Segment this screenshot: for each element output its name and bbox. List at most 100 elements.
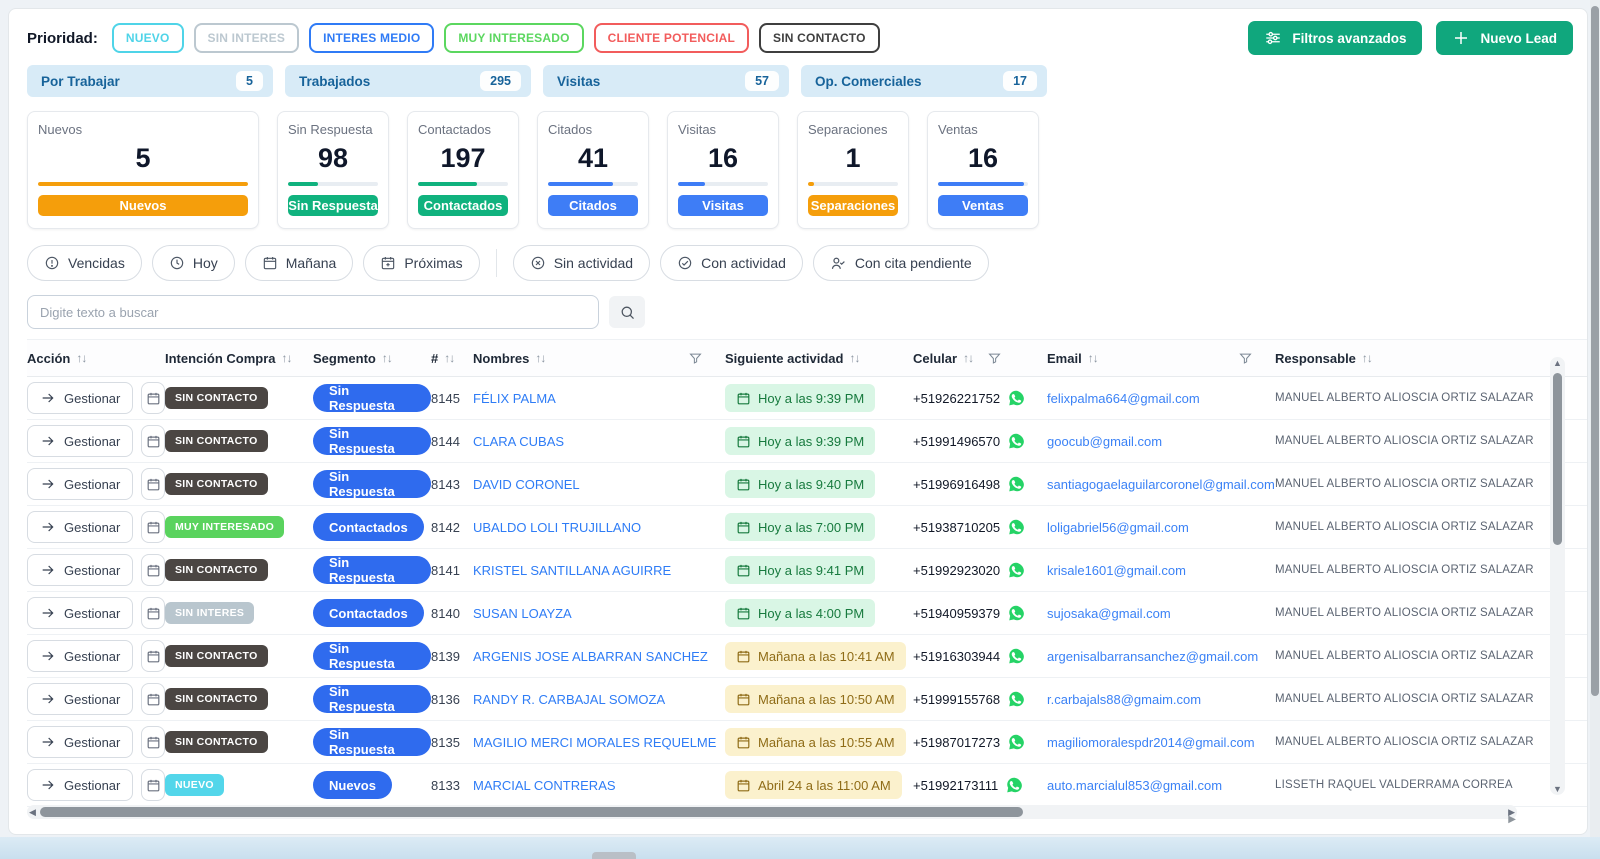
- sort-icon[interactable]: ↑↓: [382, 351, 393, 365]
- email-link[interactable]: goocub@gmail.com: [1047, 434, 1162, 449]
- filter-icon[interactable]: [987, 351, 1002, 366]
- lead-name-link[interactable]: MAGILIO MERCI MORALES REQUELME: [473, 735, 716, 750]
- manage-button[interactable]: Gestionar: [27, 468, 134, 500]
- lead-name-link[interactable]: MARCIAL CONTRERAS: [473, 778, 616, 793]
- schedule-button[interactable]: [141, 597, 165, 629]
- whatsapp-icon[interactable]: [1007, 604, 1025, 622]
- column-header-numero[interactable]: # ↑↓: [431, 351, 473, 366]
- vertical-scroll-thumb[interactable]: [1553, 373, 1562, 545]
- manage-button[interactable]: Gestionar: [27, 511, 134, 543]
- horizontal-scrollbar[interactable]: ◀ ▶: [27, 805, 1517, 819]
- chip-con-actividad[interactable]: Con actividad: [660, 245, 803, 281]
- whatsapp-icon[interactable]: [1007, 432, 1025, 450]
- schedule-button[interactable]: [141, 468, 165, 500]
- card-button-nuevos[interactable]: Nuevos: [38, 195, 248, 216]
- whatsapp-icon[interactable]: [1007, 389, 1025, 407]
- filter-icon[interactable]: [688, 351, 703, 366]
- tab-trabajados[interactable]: Trabajados 295: [285, 65, 531, 97]
- manage-button[interactable]: Gestionar: [27, 640, 134, 672]
- whatsapp-icon[interactable]: [1007, 475, 1025, 493]
- lead-name-link[interactable]: UBALDO LOLI TRUJILLANO: [473, 520, 641, 535]
- email-link[interactable]: krisale1601@gmail.com: [1047, 563, 1186, 578]
- scroll-left-arrow[interactable]: ◀: [29, 805, 36, 819]
- priority-badge-interes-medio[interactable]: INTERES MEDIO: [309, 23, 435, 53]
- table-vertical-scrollbar[interactable]: ▲ ▼: [1550, 357, 1565, 795]
- chip-vencidas[interactable]: Vencidas: [27, 245, 142, 281]
- schedule-button[interactable]: [141, 726, 165, 758]
- lead-name-link[interactable]: SUSAN LOAYZA: [473, 606, 572, 621]
- advanced-filters-button[interactable]: Filtros avanzados: [1248, 21, 1423, 55]
- schedule-button[interactable]: [141, 769, 165, 801]
- email-link[interactable]: felixpalma664@gmail.com: [1047, 391, 1200, 406]
- lead-name-link[interactable]: RANDY R. CARBAJAL SOMOZA: [473, 692, 665, 707]
- whatsapp-icon[interactable]: [1007, 647, 1025, 665]
- whatsapp-icon[interactable]: [1007, 733, 1025, 751]
- sort-icon[interactable]: ↑↓: [1088, 351, 1099, 365]
- card-button-citados[interactable]: Citados: [548, 195, 638, 216]
- scroll-up-arrow[interactable]: ▲: [1550, 358, 1565, 368]
- chip-con-cita-pendiente[interactable]: Con cita pendiente: [812, 245, 989, 281]
- priority-badge-sin-contacto[interactable]: SIN CONTACTO: [759, 23, 880, 53]
- card-button-separaciones[interactable]: Separaciones: [808, 195, 898, 216]
- schedule-button[interactable]: [141, 554, 165, 586]
- chip-hoy[interactable]: Hoy: [151, 245, 235, 281]
- email-link[interactable]: r.carbajals88@gmaim.com: [1047, 692, 1201, 707]
- column-header-segmento[interactable]: Segmento ↑↓: [313, 351, 431, 366]
- lead-name-link[interactable]: ARGENIS JOSE ALBARRAN SANCHEZ: [473, 649, 708, 664]
- column-header-siguiente-actividad[interactable]: Siguiente actividad ↑↓: [725, 351, 913, 366]
- priority-badge-sin-interes[interactable]: SIN INTERES: [193, 23, 300, 53]
- chip-sin-actividad[interactable]: Sin actividad: [512, 245, 651, 281]
- schedule-button[interactable]: [141, 683, 165, 715]
- search-input[interactable]: [27, 295, 599, 329]
- manage-button[interactable]: Gestionar: [27, 425, 134, 457]
- priority-badge-nuevo[interactable]: NUEVO: [111, 23, 184, 53]
- page-scroll-right-arrow[interactable]: ▶: [1508, 814, 1516, 825]
- email-link[interactable]: santiagogaelaguilarcoronel@gmail.com: [1047, 477, 1275, 492]
- email-link[interactable]: auto.marcialul853@gmail.com: [1047, 778, 1222, 793]
- priority-badge-muy-interesado[interactable]: MUY INTERESADO: [444, 23, 584, 53]
- card-button-sin-respuesta[interactable]: Sin Respuesta: [288, 195, 378, 216]
- column-header-email[interactable]: Email ↑↓: [1047, 351, 1275, 366]
- priority-badge-cliente-potencial[interactable]: CLIENTE POTENCIAL: [593, 23, 750, 53]
- sort-icon[interactable]: ↑↓: [849, 351, 860, 365]
- column-header-accion[interactable]: Acción ↑↓: [27, 351, 165, 366]
- schedule-button[interactable]: [141, 511, 165, 543]
- schedule-button[interactable]: [141, 382, 165, 414]
- lead-name-link[interactable]: KRISTEL SANTILLANA AGUIRRE: [473, 563, 671, 578]
- email-link[interactable]: magiliomoralespdr2014@gmail.com: [1047, 735, 1255, 750]
- lead-name-link[interactable]: DAVID CORONEL: [473, 477, 580, 492]
- manage-button[interactable]: Gestionar: [27, 769, 134, 801]
- sort-icon[interactable]: ↑↓: [963, 351, 974, 365]
- sort-icon[interactable]: ↑↓: [444, 351, 455, 365]
- manage-button[interactable]: Gestionar: [27, 382, 134, 414]
- scroll-down-arrow[interactable]: ▼: [1550, 784, 1565, 794]
- page-scrollbar[interactable]: [1590, 0, 1600, 859]
- sort-icon[interactable]: ↑↓: [76, 351, 87, 365]
- column-header-intencion[interactable]: Intención Compra ↑↓: [165, 351, 313, 366]
- filter-icon[interactable]: [1238, 351, 1253, 366]
- manage-button[interactable]: Gestionar: [27, 683, 134, 715]
- email-link[interactable]: sujosaka@gmail.com: [1047, 606, 1171, 621]
- chip-mañana[interactable]: Mañana: [244, 245, 354, 281]
- horizontal-scroll-thumb[interactable]: [40, 807, 1024, 817]
- tab-visitas[interactable]: Visitas 57: [543, 65, 789, 97]
- whatsapp-icon[interactable]: [1007, 518, 1025, 536]
- lead-name-link[interactable]: FÉLIX PALMA: [473, 391, 556, 406]
- tab-op-comerciales[interactable]: Op. Comerciales 17: [801, 65, 1047, 97]
- sort-icon[interactable]: ↑↓: [535, 351, 546, 365]
- tab-por-trabajar[interactable]: Por Trabajar 5: [27, 65, 273, 97]
- schedule-button[interactable]: [141, 640, 165, 672]
- card-button-visitas[interactable]: Visitas: [678, 195, 768, 216]
- sort-icon[interactable]: ↑↓: [282, 351, 293, 365]
- manage-button[interactable]: Gestionar: [27, 554, 134, 586]
- column-header-nombres[interactable]: Nombres ↑↓: [473, 351, 725, 366]
- new-lead-button[interactable]: Nuevo Lead: [1436, 21, 1573, 55]
- card-button-ventas[interactable]: Ventas: [938, 195, 1028, 216]
- page-scroll-thumb[interactable]: [1591, 6, 1599, 696]
- email-link[interactable]: argenisalbarransanchez@gmail.com: [1047, 649, 1258, 664]
- column-header-celular[interactable]: Celular ↑↓: [913, 351, 1047, 366]
- whatsapp-icon[interactable]: [1007, 561, 1025, 579]
- chip-próximas[interactable]: Próximas: [363, 245, 480, 281]
- schedule-button[interactable]: [141, 425, 165, 457]
- whatsapp-icon[interactable]: [1007, 690, 1025, 708]
